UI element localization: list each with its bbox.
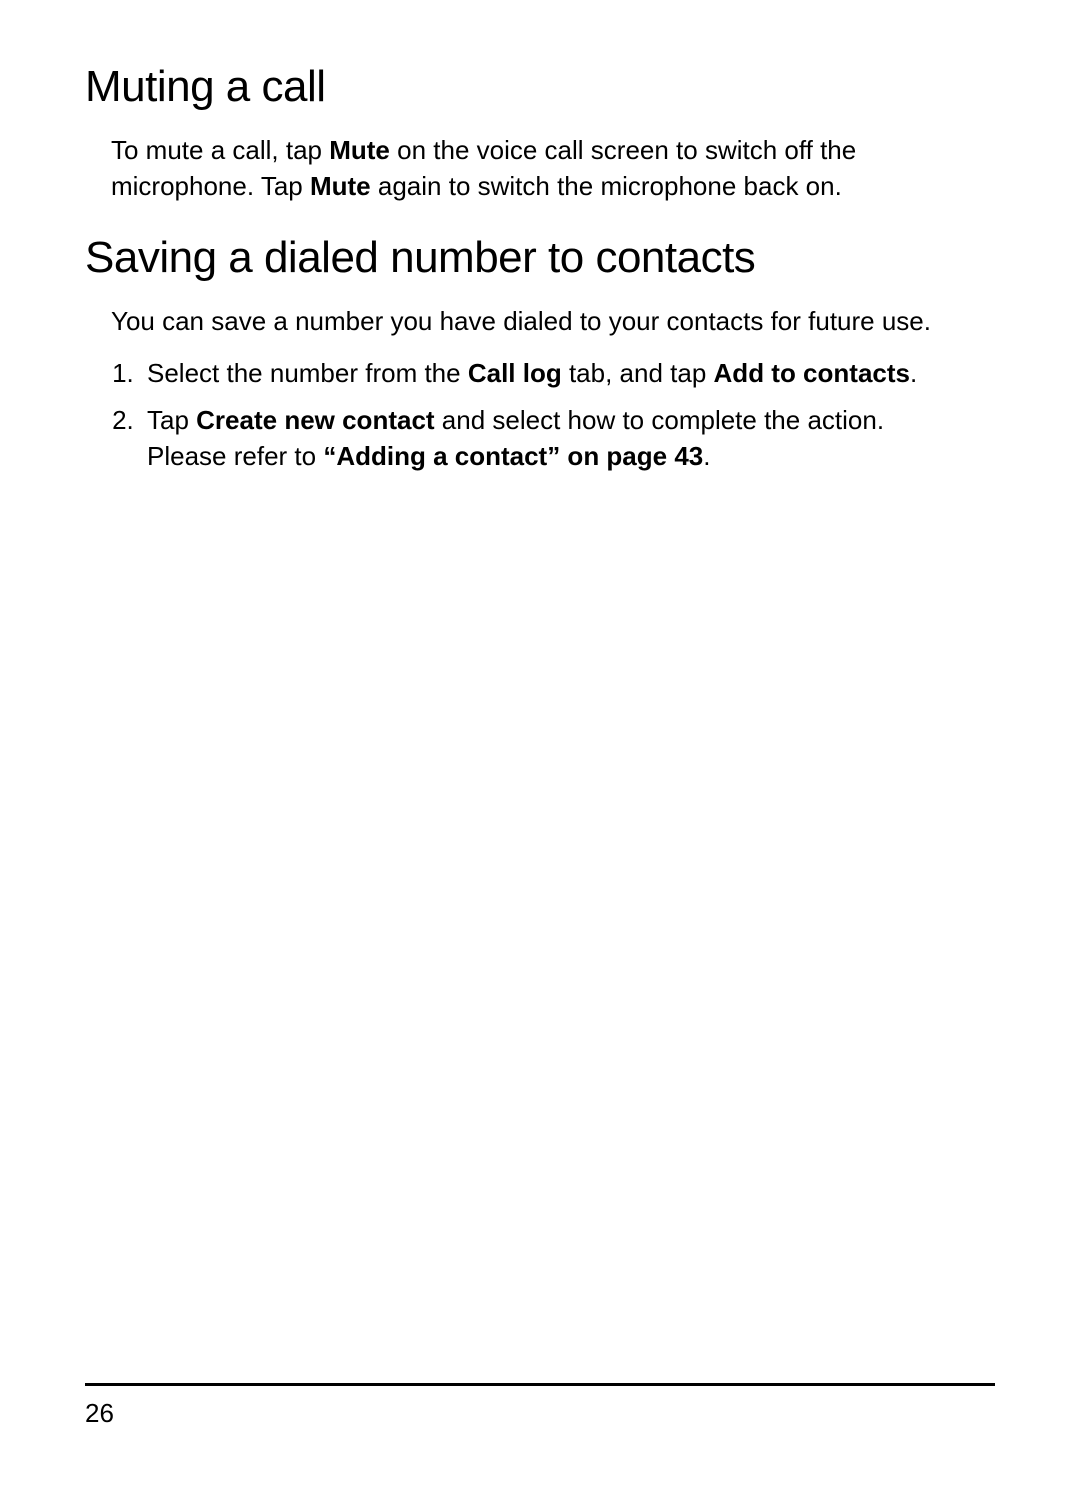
text-span: again to switch the microphone back on.	[371, 171, 842, 201]
section-heading-muting: Muting a call	[85, 62, 995, 112]
text-span: To mute a call, tap	[111, 135, 329, 165]
text-span: .	[910, 358, 917, 388]
footer-divider	[85, 1383, 995, 1386]
bold-create-new-contact: Create new contact	[196, 405, 434, 435]
text-span: .	[703, 441, 710, 471]
muting-paragraph: To mute a call, tap Mute on the voice ca…	[111, 132, 931, 205]
section-heading-saving: Saving a dialed number to contacts	[85, 233, 995, 283]
page-number: 26	[85, 1398, 995, 1429]
text-span: tab, and tap	[562, 358, 714, 388]
text-span: Tap	[147, 405, 196, 435]
saving-paragraph: You can save a number you have dialed to…	[111, 303, 931, 339]
bold-add-to-contacts: Add to contacts	[714, 358, 910, 388]
page-footer: 26	[85, 1383, 995, 1429]
list-item: Select the number from the Call log tab,…	[141, 355, 931, 391]
bold-mute-1: Mute	[329, 135, 390, 165]
bold-call-log: Call log	[468, 358, 562, 388]
page-content: Muting a call To mute a call, tap Mute o…	[85, 62, 995, 474]
saving-steps-list: Select the number from the Call log tab,…	[111, 355, 931, 474]
bold-adding-contact-ref: “Adding a contact” on page 43	[323, 441, 703, 471]
text-span: Select the number from the	[147, 358, 468, 388]
list-item: Tap Create new contact and select how to…	[141, 402, 931, 475]
bold-mute-2: Mute	[310, 171, 371, 201]
